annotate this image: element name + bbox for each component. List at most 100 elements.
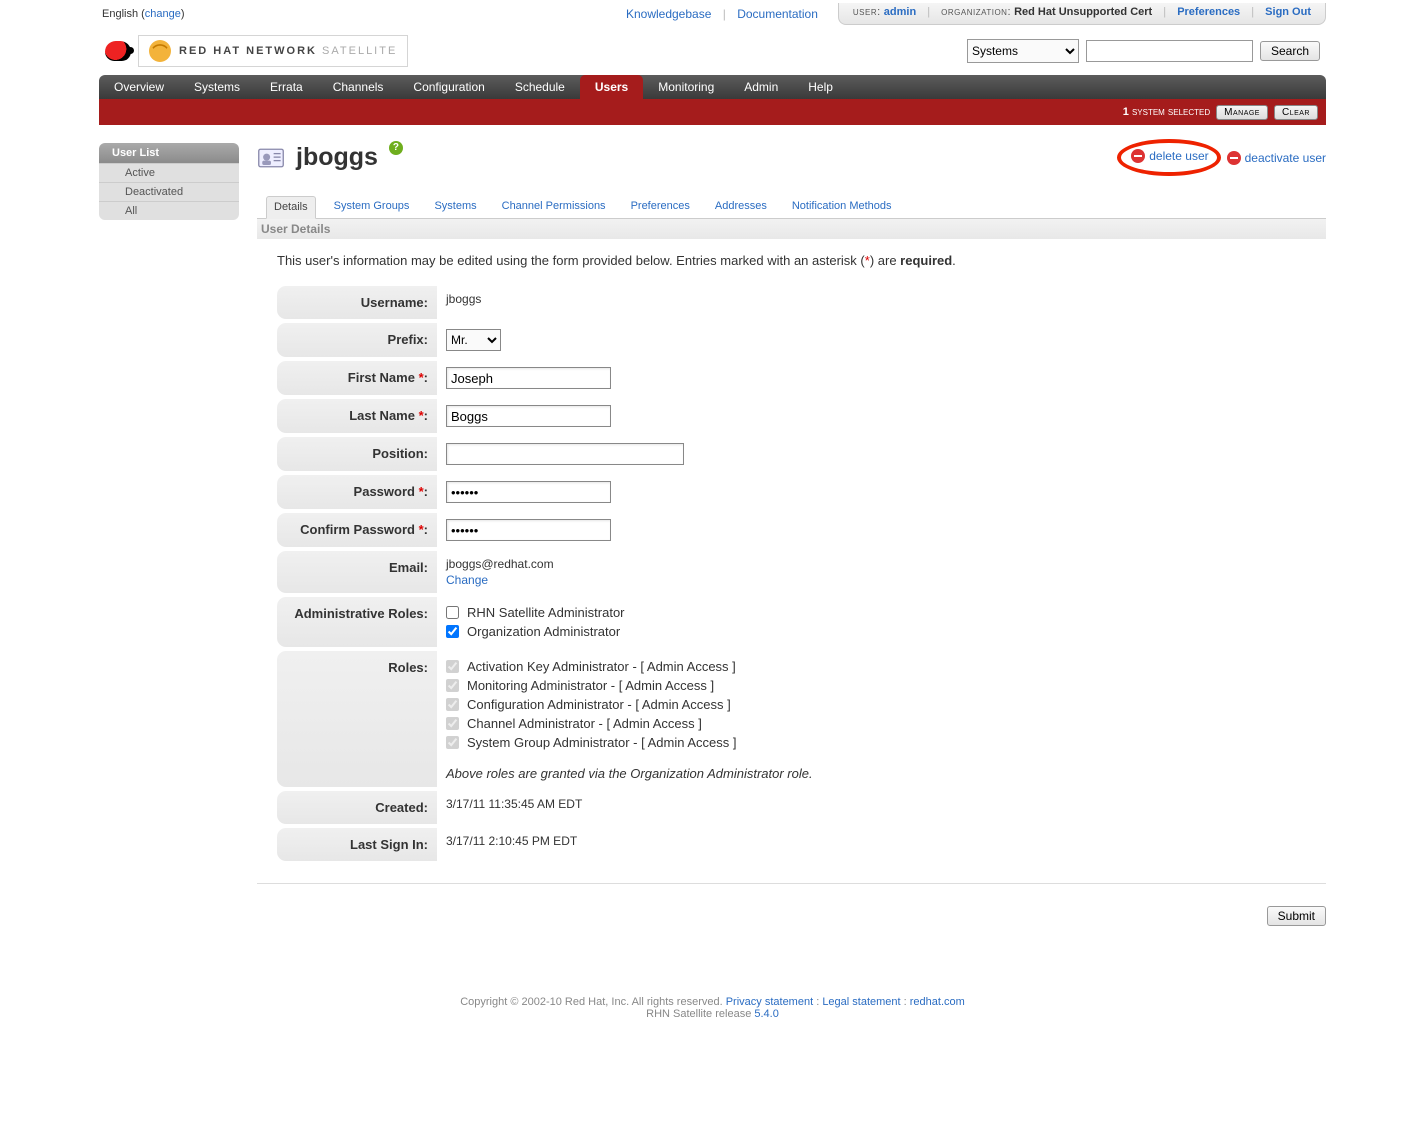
current-user-link[interactable]: admin	[884, 6, 916, 18]
tab-notification-methods[interactable]: Notification Methods	[785, 196, 899, 218]
preferences-link[interactable]: Preferences	[1177, 6, 1240, 18]
sidebar: User List Active Deactivated All	[99, 143, 239, 926]
value-last-signin: 3/17/11 2:10:45 PM EDT	[437, 828, 837, 861]
selection-bar: 1 system selected Manage Clear	[99, 99, 1326, 125]
search-button[interactable]: Search	[1260, 41, 1320, 61]
value-username: jboggs	[437, 286, 837, 319]
label-last-signin: Last Sign In:	[277, 828, 437, 861]
configuration-admin-label: Configuration Administrator - [ Admin Ac…	[467, 697, 731, 712]
submit-button[interactable]: Submit	[1267, 906, 1326, 926]
release-label: RHN Satellite release	[646, 1008, 754, 1020]
label-username: Username:	[277, 286, 437, 319]
knowledgebase-link[interactable]: Knowledgebase	[626, 7, 711, 21]
section-header: User Details	[257, 219, 1326, 239]
user-card-icon	[257, 144, 285, 172]
monitoring-admin-checkbox	[446, 679, 459, 692]
label-confirm-password: Confirm Password *:	[277, 513, 437, 547]
label-password: Password *:	[277, 475, 437, 509]
label-last-name: Last Name *:	[277, 399, 437, 433]
change-language-link[interactable]: change	[145, 8, 181, 20]
documentation-link[interactable]: Documentation	[737, 7, 818, 21]
label-admin-roles: Administrative Roles:	[277, 597, 437, 647]
manage-button[interactable]: Manage	[1216, 105, 1268, 120]
minus-icon	[1131, 149, 1145, 163]
activation-key-admin-label: Activation Key Administrator - [ Admin A…	[467, 659, 736, 674]
confirm-password-input[interactable]	[446, 519, 611, 541]
top-bar: English (change) Knowledgebase | Documen…	[99, 3, 1326, 25]
nav-errata[interactable]: Errata	[255, 75, 318, 99]
tab-channel-permissions[interactable]: Channel Permissions	[495, 196, 613, 218]
tab-system-groups[interactable]: System Groups	[327, 196, 417, 218]
org-admin-label: Organization Administrator	[467, 624, 620, 639]
org-value: Red Hat Unsupported Cert	[1014, 6, 1152, 18]
global-search: Systems Search	[967, 39, 1320, 63]
password-input[interactable]	[446, 481, 611, 503]
nav-monitoring[interactable]: Monitoring	[643, 75, 729, 99]
channel-admin-checkbox	[446, 717, 459, 730]
email-value: jboggs@redhat.com	[446, 557, 554, 571]
prefix-select[interactable]: Mr.	[446, 329, 501, 351]
sidebar-item-all[interactable]: All	[99, 201, 239, 220]
label-created: Created:	[277, 791, 437, 824]
label-first-name: First Name *:	[277, 361, 437, 395]
tab-details[interactable]: Details	[266, 196, 316, 219]
deactivate-user-link[interactable]: deactivate user	[1227, 149, 1326, 166]
org-label: organization:	[941, 6, 1011, 18]
content-tabs: Details System Groups Systems Channel Pe…	[257, 196, 1326, 219]
org-admin-checkbox[interactable]	[446, 625, 459, 638]
nav-channels[interactable]: Channels	[318, 75, 399, 99]
nav-overview[interactable]: Overview	[99, 75, 179, 99]
nav-systems[interactable]: Systems	[179, 75, 255, 99]
nav-admin[interactable]: Admin	[729, 75, 793, 99]
footer: Copyright © 2002-10 Red Hat, Inc. All ri…	[99, 926, 1326, 1060]
nav-help[interactable]: Help	[793, 75, 848, 99]
label-roles: Roles:	[277, 651, 437, 787]
main-nav: Overview Systems Errata Channels Configu…	[99, 75, 1326, 99]
nav-configuration[interactable]: Configuration	[398, 75, 499, 99]
redhat-link[interactable]: redhat.com	[910, 996, 965, 1008]
satellite-icon: ⌒	[149, 40, 171, 62]
copyright-text: Copyright © 2002-10 Red Hat, Inc. All ri…	[460, 996, 722, 1008]
tab-preferences[interactable]: Preferences	[624, 196, 697, 218]
delete-user-link[interactable]: delete user	[1131, 149, 1208, 163]
change-email-link[interactable]: Change	[446, 573, 828, 587]
sysgroup-admin-checkbox	[446, 736, 459, 749]
logo-box: ⌒ RED HAT NETWORK SATELLITE	[138, 35, 408, 67]
sidebar-header: User List	[99, 143, 239, 163]
legal-link[interactable]: Legal statement	[822, 996, 900, 1008]
monitoring-admin-label: Monitoring Administrator - [ Admin Acces…	[467, 678, 714, 693]
sidebar-item-deactivated[interactable]: Deactivated	[99, 182, 239, 201]
rhn-satellite-admin-checkbox[interactable]	[446, 606, 459, 619]
user-form: Username: jboggs Prefix: Mr. First Name …	[277, 282, 837, 865]
label-email: Email:	[277, 551, 437, 593]
roles-note: Above roles are granted via the Organiza…	[446, 752, 828, 781]
position-input[interactable]	[446, 443, 684, 465]
last-name-input[interactable]	[446, 405, 611, 427]
doc-links: Knowledgebase | Documentation	[185, 7, 838, 21]
language-selector: English (change)	[99, 8, 185, 20]
sysgroup-admin-label: System Group Administrator - [ Admin Acc…	[467, 735, 736, 750]
nav-schedule[interactable]: Schedule	[500, 75, 580, 99]
first-name-input[interactable]	[446, 367, 611, 389]
redhat-icon	[105, 41, 131, 61]
logo: ⌒ RED HAT NETWORK SATELLITE	[105, 35, 408, 67]
channel-admin-label: Channel Administrator - [ Admin Access ]	[467, 716, 702, 731]
sidebar-item-active[interactable]: Active	[99, 163, 239, 182]
user-list-box: User List Active Deactivated All	[99, 143, 239, 220]
user-label: user:	[853, 6, 881, 18]
search-input[interactable]	[1086, 40, 1253, 62]
clear-button[interactable]: Clear	[1274, 105, 1318, 120]
signout-link[interactable]: Sign Out	[1265, 6, 1311, 18]
nav-users[interactable]: Users	[580, 75, 643, 99]
selection-count: 1 system selected	[1123, 106, 1210, 118]
release-version[interactable]: 5.4.0	[754, 1008, 778, 1020]
content: jboggs ? delete user deactivate user Det…	[257, 143, 1326, 926]
tab-addresses[interactable]: Addresses	[708, 196, 774, 218]
language-label: English (	[102, 8, 145, 20]
value-created: 3/17/11 11:35:45 AM EDT	[437, 791, 837, 824]
configuration-admin-checkbox	[446, 698, 459, 711]
help-icon[interactable]: ?	[389, 141, 403, 155]
tab-systems[interactable]: Systems	[427, 196, 483, 218]
search-scope-select[interactable]: Systems	[967, 39, 1079, 63]
privacy-link[interactable]: Privacy statement	[726, 996, 813, 1008]
